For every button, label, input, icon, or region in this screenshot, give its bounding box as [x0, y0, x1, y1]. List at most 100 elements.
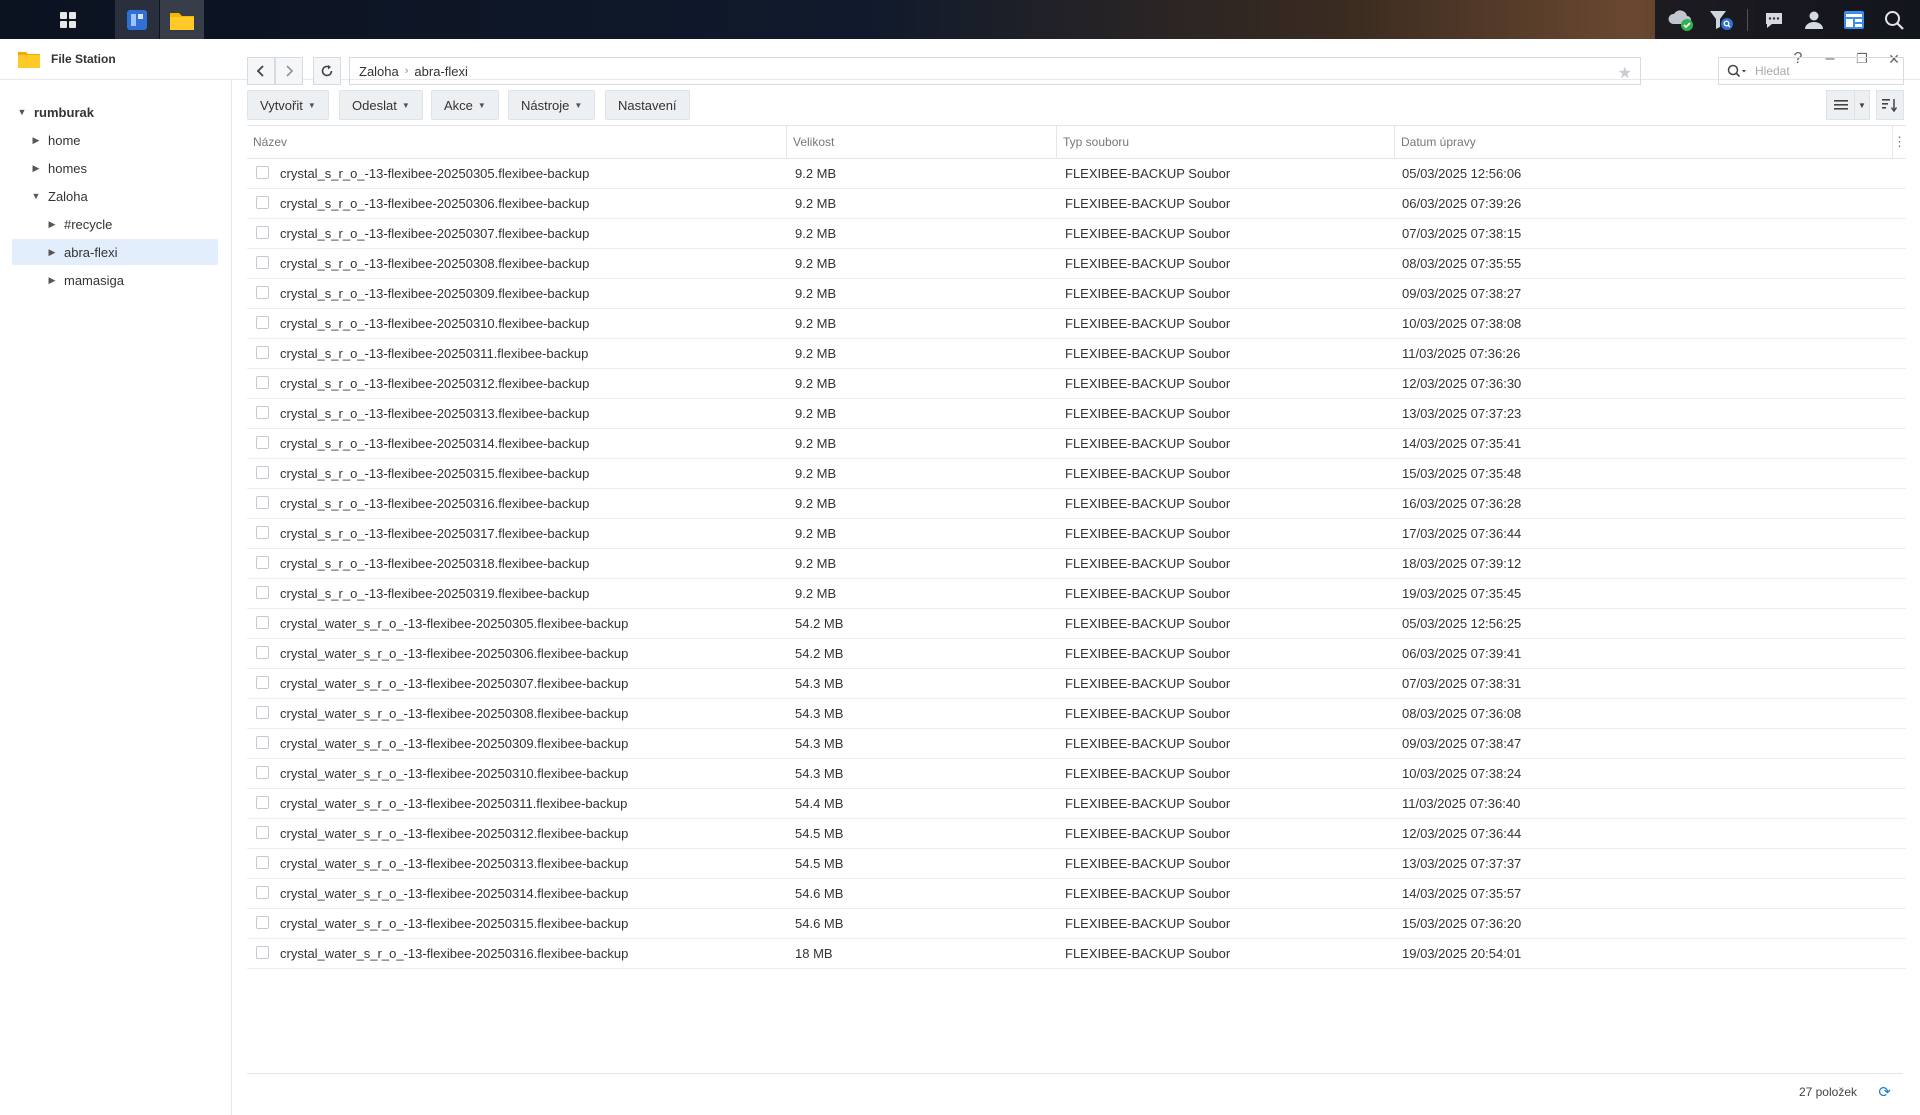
- table-row[interactable]: crystal_s_r_o_-13-flexibee-20250319.flex…: [247, 579, 1906, 609]
- row-checkbox[interactable]: [256, 616, 269, 629]
- list-view-button[interactable]: [1826, 90, 1854, 120]
- taskbar-app-launcher[interactable]: [115, 0, 159, 39]
- breadcrumb-abra-flexi[interactable]: abra-flexi: [414, 64, 467, 79]
- column-header-modified[interactable]: Datum úpravy: [1395, 126, 1893, 158]
- row-checkbox[interactable]: [256, 406, 269, 419]
- search-icon[interactable]: [1727, 64, 1747, 78]
- send-button[interactable]: Odeslat ▼: [339, 90, 423, 120]
- table-row[interactable]: crystal_s_r_o_-13-flexibee-20250312.flex…: [247, 369, 1906, 399]
- row-checkbox[interactable]: [256, 586, 269, 599]
- table-row[interactable]: crystal_water_s_r_o_-13-flexibee-2025030…: [247, 699, 1906, 729]
- row-checkbox[interactable]: [256, 376, 269, 389]
- table-row[interactable]: crystal_water_s_r_o_-13-flexibee-2025030…: [247, 669, 1906, 699]
- table-row[interactable]: crystal_water_s_r_o_-13-flexibee-2025031…: [247, 849, 1906, 879]
- tools-button[interactable]: Nástroje ▼: [508, 90, 596, 120]
- breadcrumb-zaloha[interactable]: Zaloha: [359, 64, 399, 79]
- table-row[interactable]: crystal_water_s_r_o_-13-flexibee-2025031…: [247, 819, 1906, 849]
- row-checkbox[interactable]: [256, 736, 269, 749]
- table-row[interactable]: crystal_water_s_r_o_-13-flexibee-2025030…: [247, 639, 1906, 669]
- taskbar-file-station[interactable]: [160, 0, 204, 39]
- search-input[interactable]: [1753, 63, 1887, 79]
- table-row[interactable]: crystal_s_r_o_-13-flexibee-20250316.flex…: [247, 489, 1906, 519]
- chevron-down-icon[interactable]: ▼: [16, 107, 28, 117]
- row-checkbox[interactable]: [256, 256, 269, 269]
- back-button[interactable]: [247, 57, 275, 85]
- chevron-right-icon[interactable]: ▶: [46, 247, 58, 258]
- row-checkbox[interactable]: [256, 766, 269, 779]
- sort-button[interactable]: [1876, 90, 1904, 120]
- column-header-name[interactable]: Název: [247, 126, 787, 158]
- search-drive-button[interactable]: [1701, 0, 1741, 39]
- row-checkbox[interactable]: [256, 166, 269, 179]
- table-row[interactable]: crystal_s_r_o_-13-flexibee-20250317.flex…: [247, 519, 1906, 549]
- row-checkbox[interactable]: [256, 466, 269, 479]
- row-checkbox[interactable]: [256, 826, 269, 839]
- table-row[interactable]: crystal_s_r_o_-13-flexibee-20250305.flex…: [247, 159, 1906, 189]
- table-row[interactable]: crystal_s_r_o_-13-flexibee-20250307.flex…: [247, 219, 1906, 249]
- tree-item-homes[interactable]: ▶ homes: [30, 155, 218, 181]
- row-checkbox[interactable]: [256, 526, 269, 539]
- create-button[interactable]: Vytvořit ▼: [247, 90, 329, 120]
- table-row[interactable]: crystal_s_r_o_-13-flexibee-20250311.flex…: [247, 339, 1906, 369]
- search-box[interactable]: [1718, 57, 1904, 85]
- row-checkbox[interactable]: [256, 556, 269, 569]
- row-checkbox[interactable]: [256, 706, 269, 719]
- row-checkbox[interactable]: [256, 796, 269, 809]
- chevron-right-icon[interactable]: ▶: [46, 275, 58, 286]
- table-row[interactable]: crystal_s_r_o_-13-flexibee-20250313.flex…: [247, 399, 1906, 429]
- table-row[interactable]: crystal_s_r_o_-13-flexibee-20250306.flex…: [247, 189, 1906, 219]
- path-bar[interactable]: Zaloha › abra-flexi ★: [349, 57, 1641, 85]
- cloud-sync-button[interactable]: [1661, 0, 1701, 39]
- main-menu-button[interactable]: [46, 0, 90, 39]
- table-row[interactable]: crystal_s_r_o_-13-flexibee-20250309.flex…: [247, 279, 1906, 309]
- table-row[interactable]: crystal_water_s_r_o_-13-flexibee-2025030…: [247, 609, 1906, 639]
- settings-button[interactable]: Nastavení: [605, 90, 690, 120]
- table-row[interactable]: crystal_s_r_o_-13-flexibee-20250314.flex…: [247, 429, 1906, 459]
- star-icon[interactable]: ★: [1618, 63, 1632, 83]
- tree-item-home[interactable]: ▶ home: [30, 127, 218, 153]
- table-row[interactable]: crystal_water_s_r_o_-13-flexibee-2025031…: [247, 789, 1906, 819]
- table-row[interactable]: crystal_s_r_o_-13-flexibee-20250315.flex…: [247, 459, 1906, 489]
- table-row[interactable]: crystal_water_s_r_o_-13-flexibee-2025031…: [247, 759, 1906, 789]
- column-header-type[interactable]: Typ souboru: [1057, 126, 1395, 158]
- row-checkbox[interactable]: [256, 496, 269, 509]
- tree-item-recycle[interactable]: ▶ #recycle: [12, 211, 218, 237]
- row-checkbox[interactable]: [256, 946, 269, 959]
- row-checkbox[interactable]: [256, 346, 269, 359]
- table-row[interactable]: crystal_water_s_r_o_-13-flexibee-2025030…: [247, 729, 1906, 759]
- chevron-right-icon[interactable]: ▶: [46, 219, 58, 230]
- tree-item-abra-flexi[interactable]: ▶ abra-flexi: [12, 239, 218, 265]
- row-checkbox[interactable]: [256, 196, 269, 209]
- global-search-button[interactable]: [1874, 0, 1914, 39]
- row-checkbox[interactable]: [256, 316, 269, 329]
- row-checkbox[interactable]: [256, 676, 269, 689]
- table-row[interactable]: crystal_s_r_o_-13-flexibee-20250310.flex…: [247, 309, 1906, 339]
- row-checkbox[interactable]: [256, 286, 269, 299]
- row-checkbox[interactable]: [256, 436, 269, 449]
- table-row[interactable]: crystal_water_s_r_o_-13-flexibee-2025031…: [247, 909, 1906, 939]
- row-checkbox[interactable]: [256, 916, 269, 929]
- widgets-button[interactable]: [1834, 0, 1874, 39]
- refresh-icon[interactable]: ⟳: [1878, 1083, 1891, 1101]
- tree-item-mamasiga[interactable]: ▶ mamasiga: [12, 267, 218, 293]
- table-row[interactable]: crystal_water_s_r_o_-13-flexibee-2025031…: [247, 879, 1906, 909]
- table-row[interactable]: crystal_water_s_r_o_-13-flexibee-2025031…: [247, 939, 1906, 969]
- forward-button[interactable]: [275, 57, 303, 85]
- row-checkbox[interactable]: [256, 226, 269, 239]
- action-button[interactable]: Akce ▼: [431, 90, 499, 120]
- chevron-right-icon[interactable]: ▶: [30, 163, 42, 174]
- table-row[interactable]: crystal_s_r_o_-13-flexibee-20250308.flex…: [247, 249, 1906, 279]
- tree-item-zaloha[interactable]: ▼ Zaloha: [30, 183, 218, 209]
- user-button[interactable]: [1794, 0, 1834, 39]
- tree-root-rumburak[interactable]: ▼ rumburak: [16, 99, 222, 125]
- chevron-right-icon[interactable]: ▶: [30, 135, 42, 146]
- row-checkbox[interactable]: [256, 646, 269, 659]
- column-header-size[interactable]: Velikost: [787, 126, 1057, 158]
- chevron-down-icon[interactable]: ▼: [30, 191, 42, 201]
- row-checkbox[interactable]: [256, 856, 269, 869]
- table-row[interactable]: crystal_s_r_o_-13-flexibee-20250318.flex…: [247, 549, 1906, 579]
- view-mode-dropdown[interactable]: ▼: [1854, 90, 1870, 120]
- row-checkbox[interactable]: [256, 886, 269, 899]
- column-options-icon[interactable]: ⋮: [1893, 126, 1906, 158]
- refresh-button[interactable]: [313, 57, 341, 85]
